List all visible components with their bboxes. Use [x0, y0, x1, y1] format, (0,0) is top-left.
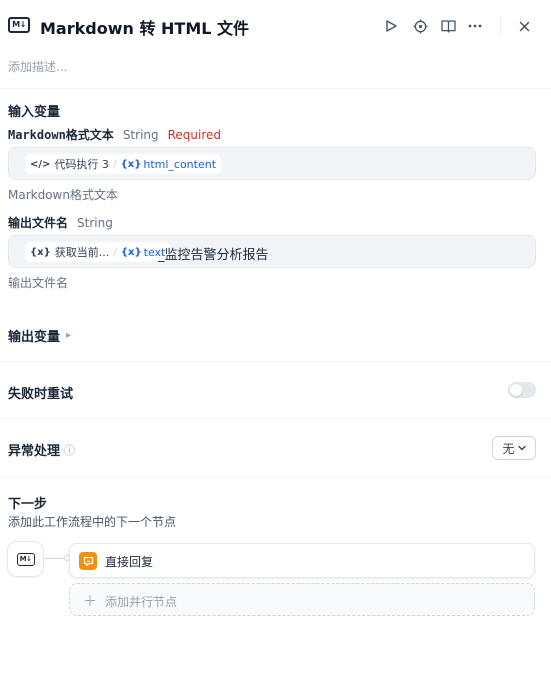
- chip-variable: html_content: [143, 157, 217, 171]
- variable-chip[interactable]: {x} 获取当前... / {x} text: [25, 242, 171, 262]
- next-step-title: 下一步: [8, 497, 48, 512]
- field-hint: Markdown格式文本: [8, 188, 118, 202]
- variable-icon: {x}: [30, 246, 51, 258]
- field-header-markdown: Markdown格式文本 String Required: [8, 126, 221, 143]
- retry-label: 失败时重试: [8, 387, 74, 402]
- plus-icon: ＋: [83, 594, 97, 610]
- chip-source: 获取当前...: [54, 246, 110, 259]
- output-variables-toggle[interactable]: 输出变量 ▸: [8, 326, 71, 345]
- field-name: Markdown格式文本: [8, 128, 114, 142]
- divider: [0, 418, 551, 419]
- select-value: 无: [502, 441, 515, 456]
- chip-source: 代码执行 3: [54, 158, 109, 171]
- field-type: String: [77, 216, 113, 230]
- toggle-knob: [510, 384, 522, 396]
- description-input[interactable]: 添加描述...: [8, 58, 67, 75]
- next-node-direct-reply[interactable]: 直接回复: [69, 543, 535, 578]
- field-hint: 输出文件名: [8, 276, 69, 290]
- retry-toggle[interactable]: [508, 382, 536, 398]
- filename-input-field[interactable]: {x} 获取当前... / {x} text _监控告警分析报告: [8, 235, 536, 268]
- chevron-right-icon: ▸: [66, 330, 72, 341]
- error-handling-header: 异常处理 ⓘ: [8, 440, 75, 460]
- field-suffix-text[interactable]: _监控告警分析报告: [158, 244, 269, 263]
- variable-chip[interactable]: </> 代码执行 3 / {x} html_content: [25, 154, 222, 174]
- add-parallel-label: 添加并行节点: [105, 595, 178, 609]
- node-title[interactable]: Markdown 转 HTML 文件: [40, 15, 249, 39]
- error-handling-select[interactable]: 无: [492, 436, 536, 460]
- markdown-icon: M↓: [16, 552, 35, 566]
- error-handling-label: 异常处理: [8, 444, 61, 459]
- markdown-icon: M↓: [8, 17, 30, 33]
- variable-icon: {x}: [120, 158, 142, 170]
- markdown-input-field[interactable]: </> 代码执行 3 / {x} html_content: [8, 147, 536, 180]
- next-step-subtitle: 添加此工作流程中的下一个节点: [8, 515, 177, 529]
- output-variables-title: 输出变量: [8, 330, 61, 345]
- node-type-icon: M↓: [8, 17, 30, 33]
- input-variables-title: 输入变量: [8, 105, 61, 120]
- divider: [0, 361, 551, 362]
- more-icon[interactable]: [464, 15, 486, 37]
- field-type: String: [122, 128, 159, 142]
- add-parallel-node-button[interactable]: ＋ 添加并行节点: [69, 583, 535, 616]
- chevron-down-icon: [517, 445, 526, 451]
- field-header-filename: 输出文件名 String: [8, 214, 113, 231]
- field-name: 输出文件名: [8, 216, 69, 230]
- book-icon[interactable]: [437, 15, 459, 37]
- info-icon[interactable]: ⓘ: [64, 442, 75, 458]
- divider: [0, 476, 551, 477]
- chip-separator: /: [113, 245, 117, 259]
- node-connector: [44, 558, 66, 559]
- required-badge: Required: [167, 128, 222, 142]
- run-icon[interactable]: [380, 15, 402, 37]
- chip-separator: /: [112, 157, 117, 171]
- next-node-label: 直接回复: [105, 555, 154, 569]
- close-icon[interactable]: [513, 15, 535, 37]
- divider: [0, 88, 551, 89]
- current-node: M↓: [7, 541, 44, 577]
- locate-icon[interactable]: [409, 15, 431, 37]
- variable-icon: {x}: [120, 246, 142, 258]
- code-icon: </>: [30, 158, 51, 170]
- header-divider: [500, 16, 501, 34]
- reply-icon: [79, 552, 97, 570]
